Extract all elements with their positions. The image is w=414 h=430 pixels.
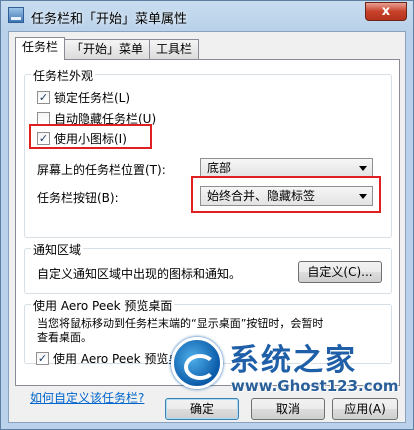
aero-peek-group-title: 使用 Aero Peek 预览桌面 [31,297,175,314]
help-link[interactable]: 如何自定义该任务栏? [30,389,144,406]
cancel-button[interactable]: 取消 [251,398,325,420]
watermark-logo-icon [171,337,223,389]
location-row: 屏幕上的任务栏位置(T): [37,161,166,178]
notification-group-title: 通知区域 [31,241,84,258]
apply-button[interactable]: 应用(A) [332,398,398,420]
title-bar[interactable]: 任务栏和「开始」菜单属性 x [1,1,413,31]
location-value: 底部 [207,161,232,175]
customize-button[interactable]: 自定义(C)... [298,261,382,283]
aero-peek-checkbox[interactable]: ✓ [36,352,49,365]
lock-taskbar-checkbox[interactable]: ✓ [37,91,50,104]
lock-taskbar-row[interactable]: ✓ 锁定任务栏(L) [37,89,130,106]
notification-description: 自定义通知区域中出现的图标和通知。 [37,265,241,282]
close-button[interactable]: x [365,2,407,21]
watermark: 系统之家 www.Ghost123.com [171,333,409,399]
appearance-group-title: 任务栏外观 [31,67,96,84]
location-dropdown[interactable]: 底部 [200,158,373,178]
notification-description-text: 自定义通知区域中出现的图标和通知。 [37,267,242,281]
taskbar-app-icon [8,7,24,23]
appearance-group: 任务栏外观 ✓ 锁定任务栏(L) 自动隐藏任务栏(U) ✓ 使用小图标(I) 屏… [24,67,392,238]
aero-peek-description-2: 查看桌面。 [37,329,92,345]
buttons-label: 任务栏按钮(B): [37,191,119,205]
tab-taskbar[interactable]: 任务栏 [15,37,66,60]
tab-toolbars[interactable]: 工具栏 [149,39,200,59]
buttons-highlight-box [191,176,381,213]
small-icons-highlight-box [29,124,152,149]
aero-peek-description-line2: 查看桌面。 [37,331,92,344]
ok-button[interactable]: 确定 [165,398,239,420]
watermark-url: www.Ghost123.com [231,377,399,395]
properties-dialog: 任务栏和「开始」菜单属性 x 任务栏 「开始」菜单 工具栏 任务栏外观 ✓ 锁定… [0,0,414,430]
watermark-title: 系统之家 [229,343,357,378]
buttons-row: 任务栏按钮(B): [37,189,119,206]
location-label: 屏幕上的任务栏位置(T): [37,163,166,177]
tab-start-menu[interactable]: 「开始」菜单 [64,39,151,59]
lock-taskbar-label: 锁定任务栏(L) [54,91,131,105]
window-title: 任务栏和「开始」菜单属性 [31,12,188,27]
tab-strip: 任务栏 「开始」菜单 工具栏 [15,37,200,60]
chevron-down-icon [359,166,367,171]
notification-group: 通知区域 自定义通知区域中出现的图标和通知。 自定义(C)... [24,241,392,294]
